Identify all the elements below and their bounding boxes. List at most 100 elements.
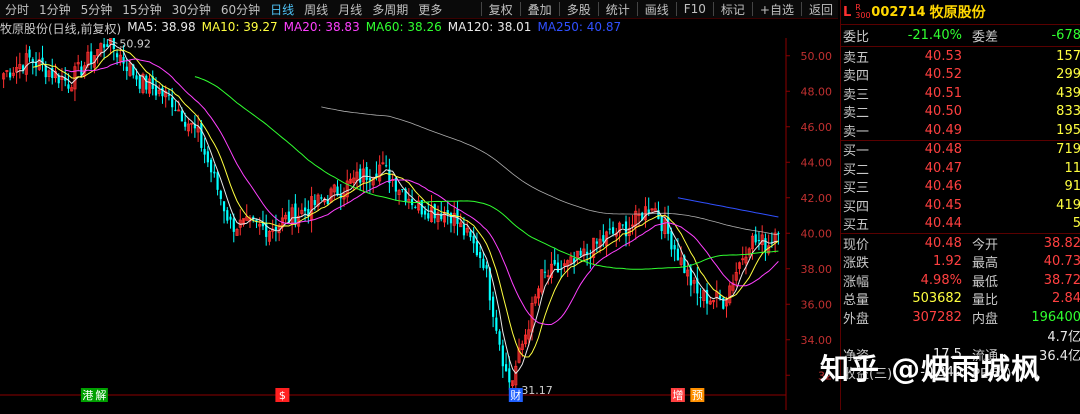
- period-tab[interactable]: 更多: [413, 1, 447, 18]
- candle-body: [209, 159, 213, 173]
- ask-label: 卖二: [843, 106, 870, 122]
- toolbar-button[interactable]: 复权: [484, 1, 518, 18]
- bid-row: 买一 40.48 719: [841, 141, 1080, 160]
- bid-book: 买一 40.48 719 买二 40.47 11 买三 40.46 91 买四 40.45 419 买五…: [841, 141, 1080, 233]
- bid-label: 买一: [843, 144, 870, 160]
- candle-body: [125, 66, 128, 72]
- toolbar-button[interactable]: 多股: [562, 1, 596, 18]
- stat-label: 最高: [971, 256, 998, 272]
- stat-label: 外盘: [843, 311, 870, 327]
- candle-body: [115, 53, 119, 58]
- candle-body: [556, 262, 560, 273]
- bid-label: 买四: [843, 199, 870, 215]
- candle-body: [427, 213, 430, 219]
- event-marker: 财: [510, 388, 521, 402]
- period-tab[interactable]: 1分钟: [34, 1, 76, 18]
- ask-label: 卖三: [843, 87, 870, 103]
- candle-body: [469, 231, 472, 238]
- candle-body: [180, 110, 184, 122]
- candle-body: [777, 233, 780, 235]
- stat-value: 38.72: [1043, 272, 1080, 288]
- toolbar-button[interactable]: 画线: [640, 1, 674, 18]
- toolbar-separator: [597, 2, 599, 16]
- candle-body: [138, 75, 141, 89]
- bid-volume: 719: [1056, 142, 1080, 158]
- price-annotation: 31.17: [521, 384, 553, 397]
- period-tab[interactable]: 月线: [333, 1, 367, 18]
- period-tab[interactable]: 5分钟: [76, 1, 118, 18]
- y-tick-label: 46.00: [801, 121, 833, 134]
- ask-row: 卖五 40.53 157: [841, 47, 1080, 66]
- stat-value: 4.98%: [920, 272, 962, 288]
- stat-value: 196400: [1031, 309, 1080, 325]
- period-tab[interactable]: 周线: [299, 1, 333, 18]
- period-tab[interactable]: 30分钟: [167, 1, 216, 18]
- bid-price: 40.48: [924, 142, 962, 158]
- period-tab[interactable]: 多周期: [367, 1, 413, 18]
- ma60-line: [194, 76, 779, 270]
- y-tick-label: 40.00: [801, 227, 833, 240]
- candle-body: [501, 345, 504, 367]
- y-tick-label: 44.00: [801, 156, 833, 169]
- candle-body: [754, 234, 757, 243]
- period-tab[interactable]: 日线: [265, 1, 299, 18]
- toolbar-button[interactable]: 叠加: [523, 1, 557, 18]
- toolbar-button[interactable]: F10: [679, 2, 711, 16]
- candle-body: [44, 65, 47, 78]
- candle-body: [543, 271, 547, 273]
- stat-label: 涨幅: [843, 274, 870, 290]
- candle-body: [274, 226, 278, 231]
- candle-body: [504, 364, 508, 372]
- stat-row: 涨幅 4.98% 最低 38.72: [841, 271, 1080, 290]
- candle-body: [440, 213, 443, 220]
- stat-label: 现价: [843, 237, 870, 253]
- candle-body: [303, 207, 307, 212]
- bid-volume: 5: [1072, 216, 1080, 232]
- bid-label: 买二: [843, 162, 870, 178]
- event-marker: 解: [95, 388, 106, 402]
- period-tab[interactable]: 分时: [0, 1, 34, 18]
- candle-body: [485, 265, 488, 269]
- candle-body: [621, 224, 624, 226]
- bid-price: 40.45: [924, 197, 962, 213]
- stat-label: 内盘: [971, 311, 998, 327]
- candle-body: [174, 109, 177, 111]
- candle-body: [673, 245, 676, 250]
- period-tab[interactable]: 15分钟: [117, 1, 166, 18]
- weicha-value: -678: [1051, 28, 1080, 43]
- chart-title: 牧原股份(日线,前复权) MA5: 38.98 MA10: 39.27 MA20: …: [0, 20, 621, 37]
- ask-volume: 299: [1056, 67, 1080, 83]
- stock-code: 002714: [871, 4, 926, 20]
- candle-body: [368, 177, 372, 181]
- bid-price: 40.47: [924, 160, 962, 176]
- toolbar-separator: [519, 2, 521, 16]
- bid-price: 40.46: [924, 179, 962, 195]
- toolbar-button[interactable]: 标记: [716, 1, 750, 18]
- candle-body: [482, 258, 485, 269]
- toolbar-button[interactable]: +自选: [755, 1, 799, 18]
- ask-book: 卖五 40.53 157 卖四 40.52 299 卖三 40.51 439 卖二 40.50 833…: [841, 47, 1080, 140]
- candle-body: [508, 368, 511, 383]
- stock-name: 牧原股份: [929, 5, 986, 21]
- ma-legend-item: MA10: 39.27: [201, 20, 278, 34]
- y-tick-label: 48.00: [801, 85, 833, 98]
- price-annotation: 50.92: [119, 38, 150, 50]
- ask-label: 卖一: [843, 124, 870, 140]
- candle-body: [313, 200, 316, 206]
- candle-body: [757, 239, 761, 242]
- candle-body: [414, 206, 417, 208]
- candle-body: [611, 227, 615, 234]
- toolbar-button[interactable]: 返回: [804, 1, 838, 18]
- toolbar-button[interactable]: 统计: [601, 1, 635, 18]
- y-tick-label: 34.00: [801, 334, 833, 347]
- candle-body: [106, 44, 109, 47]
- period-tab[interactable]: 60分钟: [216, 1, 265, 18]
- kline-chart[interactable]: 32 34.00 36.00 38.00 40.00 42.00 44.00 46.00 48.…: [0, 22, 838, 410]
- ma5-line: [16, 43, 779, 375]
- y-tick-label: 42.00: [801, 192, 833, 205]
- candle-body: [122, 56, 125, 64]
- ma-legend-item: MA120: 38.01: [447, 20, 532, 34]
- candle-body: [294, 203, 297, 225]
- event-marker: 港: [82, 389, 93, 402]
- stat-label: 涨跌: [843, 256, 870, 272]
